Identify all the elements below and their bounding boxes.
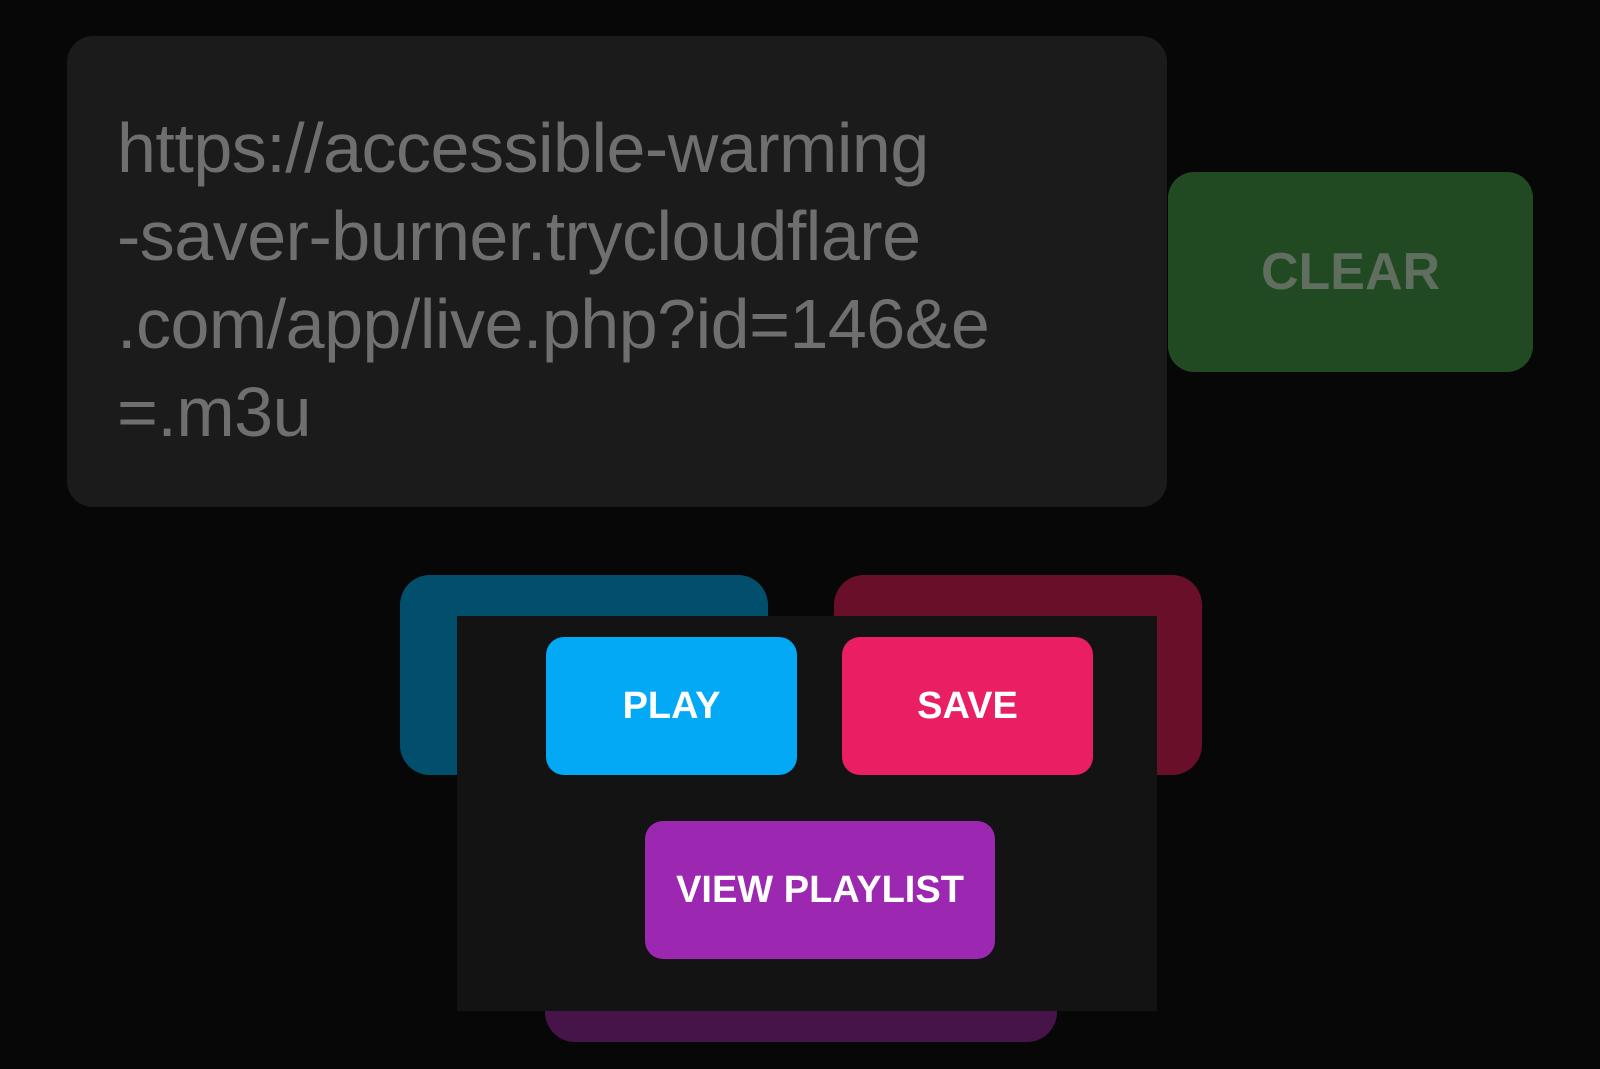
url-line-1: https://accessible-warming xyxy=(117,109,929,187)
view-playlist-button[interactable]: VIEW PLAYLIST xyxy=(645,821,995,959)
url-input-text[interactable]: https://accessible-warming -saver-burner… xyxy=(117,104,1107,456)
app-screen: https://accessible-warming -saver-burner… xyxy=(0,0,1600,1069)
play-button[interactable]: PLAY xyxy=(546,637,797,775)
action-dialog: PLAY SAVE VIEW PLAYLIST xyxy=(457,616,1157,1011)
url-line-4: =.m3u xyxy=(117,373,312,451)
url-line-3: .com/app/live.php?id=146&e xyxy=(117,285,990,363)
url-input[interactable]: https://accessible-warming -saver-burner… xyxy=(67,36,1167,507)
url-line-2: -saver-burner.trycloudflare xyxy=(117,197,921,275)
clear-button[interactable]: CLEAR xyxy=(1168,172,1533,372)
save-button[interactable]: SAVE xyxy=(842,637,1093,775)
